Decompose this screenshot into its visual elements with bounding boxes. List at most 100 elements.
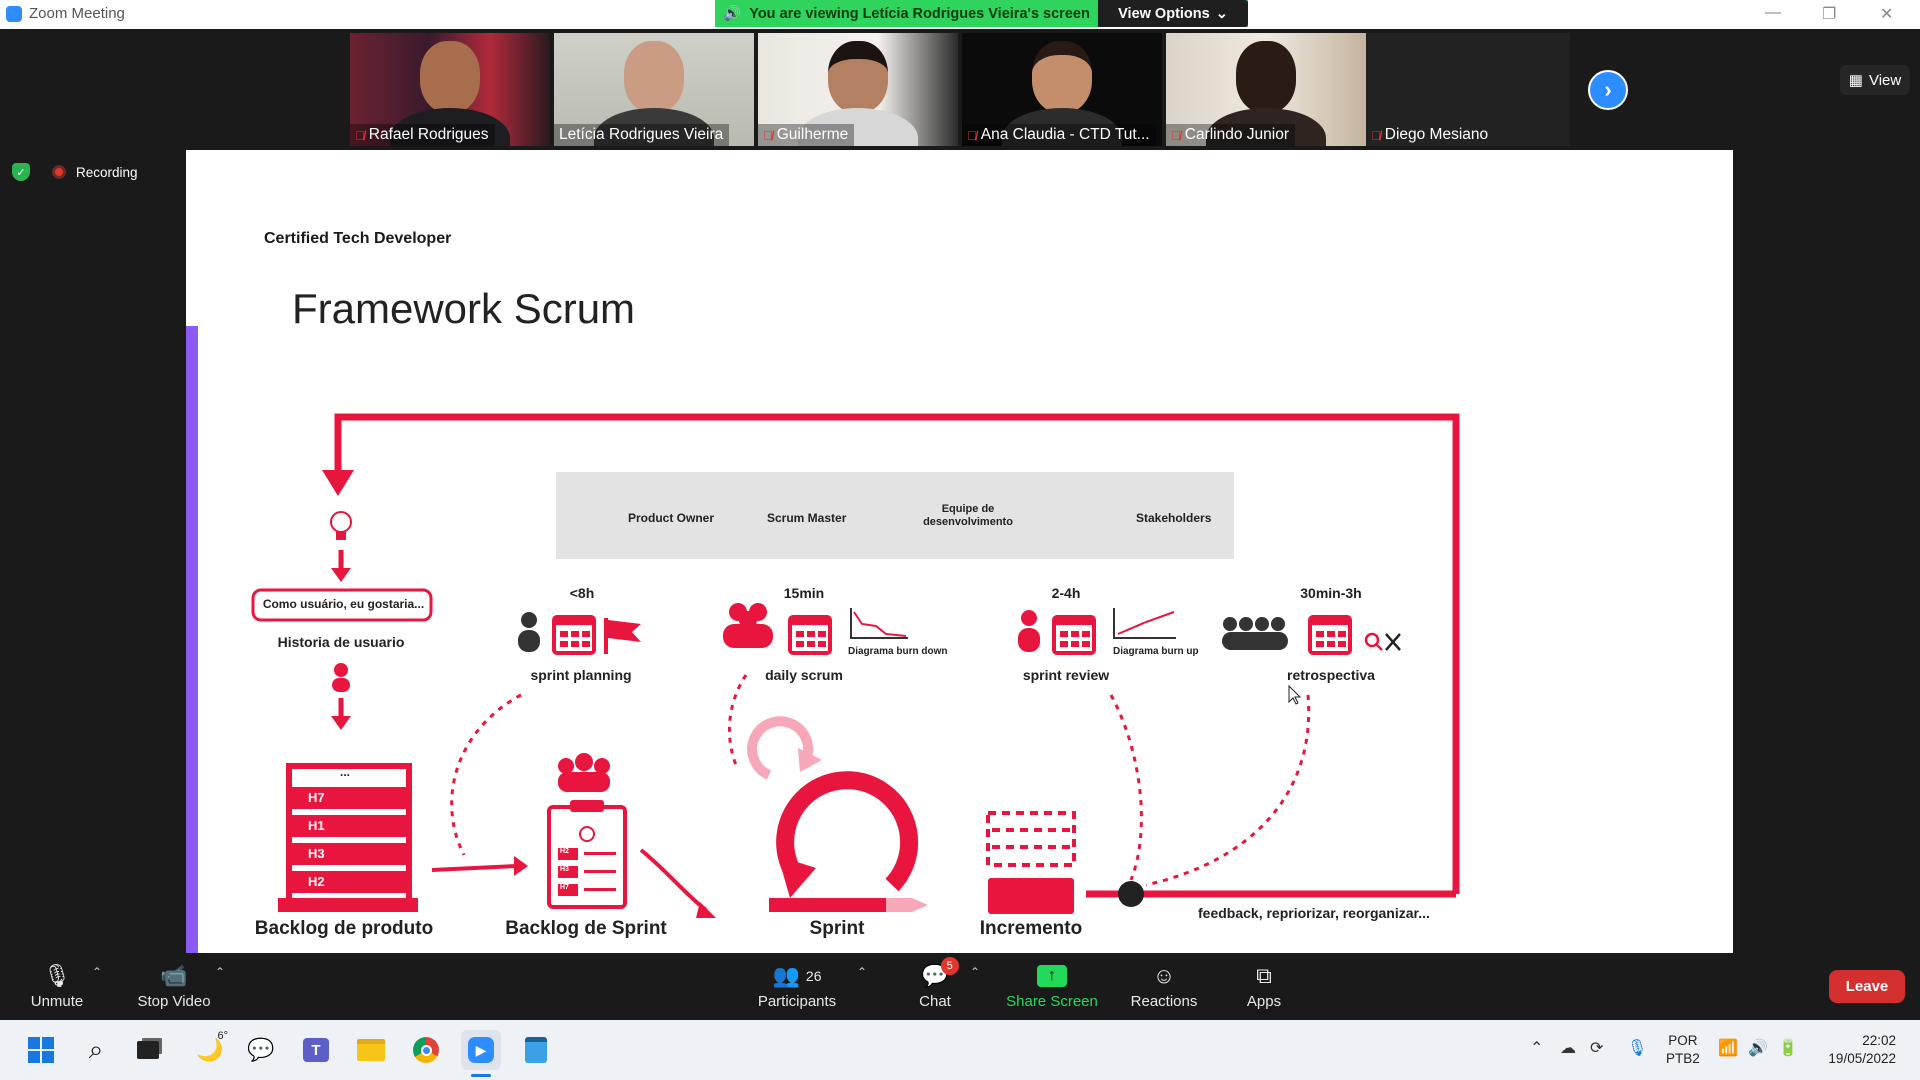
participant-tile[interactable]: Letícia Rodrigues Vieira	[554, 33, 754, 146]
security-shield-icon: ✓	[12, 163, 30, 181]
participant-tile[interactable]: 🎙̸ Guilherme	[758, 33, 958, 146]
recording-indicator[interactable]: ✓ Recording	[12, 163, 138, 181]
search-icon[interactable]: ⌕	[76, 1030, 116, 1070]
participants-button[interactable]: 👥 26 Participants	[752, 953, 842, 1020]
participant-tile-video-off[interactable]: Diego Mesiano 🎙̸ Diego Mesiano	[1366, 33, 1570, 146]
shared-screen-slide: Certified Tech Developer Framework Scrum	[186, 150, 1733, 953]
product-backlog-icon	[278, 763, 418, 912]
viewing-banner: 🔊 You are viewing Letícia Rodrigues Vieir…	[715, 0, 1248, 27]
stakeholders-icon	[1222, 617, 1288, 650]
volume-icon[interactable]: 🔊	[1748, 1038, 1768, 1058]
stop-video-button[interactable]: 📹 Stop Video	[130, 953, 218, 1020]
windows-taskbar: ⌕ 6° 🌙 💬 T ▶ ⌃ ☁ ⟳ 🎙 POR PTB2 📶 🔊 🔋 22:02 1…	[0, 1020, 1920, 1080]
merge-point	[1118, 881, 1144, 907]
minimize-icon[interactable]: —	[1765, 4, 1781, 22]
app-title: Zoom Meeting	[6, 5, 125, 22]
legend-scrum-master: Scrum Master	[767, 511, 847, 525]
participant-tile[interactable]: 🎙̸ Ana Claudia - CTD Tut...	[962, 33, 1162, 146]
muted-mic-icon: 🎙	[43, 963, 71, 988]
show-hidden-icons-chevron[interactable]: ⌃	[1530, 1038, 1543, 1058]
artifact-increment: Incremento	[979, 918, 1083, 939]
apps-icon: ⧉	[1256, 963, 1272, 988]
sprint-cycle-icon	[747, 716, 928, 912]
restore-icon[interactable]: ❐	[1822, 4, 1836, 24]
share-screen-icon: ↑	[1037, 965, 1067, 987]
view-button[interactable]: ▦ View	[1840, 65, 1910, 95]
battery-icon[interactable]: 🔋	[1778, 1038, 1798, 1058]
teams-chat-icon[interactable]: 💬	[241, 1030, 281, 1070]
event-duration: 2-4h	[1051, 585, 1081, 601]
leave-button[interactable]: Leave	[1829, 970, 1905, 1003]
feedback-text: feedback, repriorizar, reorganizar...	[1198, 905, 1430, 921]
viewing-message: You are viewing Letícia Rodrigues Vieira…	[749, 5, 1090, 22]
flag-icon	[604, 618, 641, 654]
next-page-button[interactable]: ›	[1588, 70, 1628, 110]
file-explorer-icon[interactable]	[351, 1030, 391, 1070]
event-retrospective: retrospectiva	[1287, 667, 1375, 683]
active-app-indicator	[471, 1074, 491, 1077]
zoom-taskbar-icon[interactable]: ▶	[461, 1030, 501, 1070]
calendar-icon	[552, 615, 596, 655]
increment-icon	[986, 811, 1076, 914]
onedrive-cloud-icon[interactable]: ☁	[1560, 1038, 1576, 1058]
view-options-button[interactable]: View Options ⌄	[1098, 0, 1248, 27]
product-owner-icon	[1018, 610, 1040, 652]
system-clock[interactable]: 22:02 19/05/2022	[1812, 1032, 1896, 1068]
chrome-icon[interactable]	[406, 1030, 446, 1070]
tools-icon	[1385, 633, 1401, 651]
sync-icon[interactable]: ⟳	[1590, 1038, 1603, 1058]
burn-down-chart-icon	[850, 608, 908, 639]
muted-mic-icon: 🎙̸	[1371, 127, 1381, 143]
burn-down-label: Diagrama burn down	[848, 646, 948, 657]
dev-team-icon	[723, 603, 773, 648]
meeting-toolbar: 🎙 Unmute ⌃ 📹 Stop Video ⌃ 👥 26 Participants …	[0, 953, 1920, 1020]
close-icon[interactable]: ✕	[1880, 4, 1893, 24]
emoji-add-icon: ☺	[1152, 963, 1176, 988]
teams-icon[interactable]: T	[296, 1030, 336, 1070]
weather-widget[interactable]: 6° 🌙	[190, 1030, 230, 1070]
magnifier-icon	[1364, 632, 1383, 651]
wifi-icon[interactable]: 📶	[1718, 1038, 1738, 1058]
legend-dev-team-line2: desenvolvimento	[923, 516, 1013, 528]
event-duration: <8h	[569, 585, 595, 601]
participant-tile[interactable]: 🎙̸ Rafael Rodrigues	[350, 33, 550, 146]
backlog-item: H2	[308, 874, 325, 889]
chat-button[interactable]: 💬 5 Chat	[905, 953, 965, 1020]
backlog-item: H7	[308, 790, 325, 805]
windows-start-icon[interactable]	[21, 1030, 61, 1070]
task-view-icon[interactable]	[128, 1030, 168, 1070]
mouse-cursor-icon	[1288, 684, 1302, 705]
muted-mic-icon: 🎙̸	[967, 127, 977, 143]
backlog-ellipsis: ...	[340, 765, 351, 779]
reactions-button[interactable]: ☺ Reactions	[1124, 953, 1204, 1020]
participants-options-caret[interactable]: ⌃	[857, 965, 867, 979]
burn-up-label: Diagrama burn up	[1113, 646, 1199, 657]
input-language[interactable]: POR PTB2	[1666, 1032, 1700, 1068]
notepad-icon[interactable]	[516, 1030, 556, 1070]
calendar-icon	[1308, 615, 1352, 655]
participants-icon: 👥	[772, 963, 800, 988]
microphone-icon[interactable]: 🎙	[1627, 1038, 1647, 1058]
video-camera-icon: 📹	[160, 963, 188, 988]
video-options-caret[interactable]: ⌃	[215, 965, 225, 979]
muted-mic-icon: 🎙̸	[355, 127, 365, 143]
share-screen-button[interactable]: ↑ Share Screen	[1002, 953, 1102, 1020]
muted-mic-icon: 🎙̸	[1171, 127, 1181, 143]
apps-button[interactable]: ⧉ Apps	[1234, 953, 1294, 1020]
unmute-button[interactable]: 🎙 Unmute	[22, 953, 92, 1020]
legend-product-owner: Product Owner	[628, 511, 715, 525]
recording-dot-icon	[52, 165, 66, 179]
muted-mic-icon: 🎙̸	[763, 127, 773, 143]
audio-options-caret[interactable]: ⌃	[92, 965, 102, 979]
zoom-logo-icon	[6, 5, 22, 22]
participant-strip: 🎙̸ Rafael Rodrigues Letícia Rodrigues Vie…	[0, 29, 1920, 149]
calendar-icon	[1052, 615, 1096, 655]
backlog-item: H1	[308, 818, 325, 833]
event-duration: 15min	[783, 585, 825, 601]
participant-tile[interactable]: 🎙̸ Carlindo Junior	[1166, 33, 1366, 146]
artifact-product-backlog: Backlog de produto	[254, 918, 434, 939]
chat-options-caret[interactable]: ⌃	[970, 965, 980, 979]
grid-icon: ▦	[1848, 72, 1863, 89]
user-story-label: Historia de usuario	[277, 634, 405, 650]
weather-temp: 6°	[217, 1030, 228, 1042]
